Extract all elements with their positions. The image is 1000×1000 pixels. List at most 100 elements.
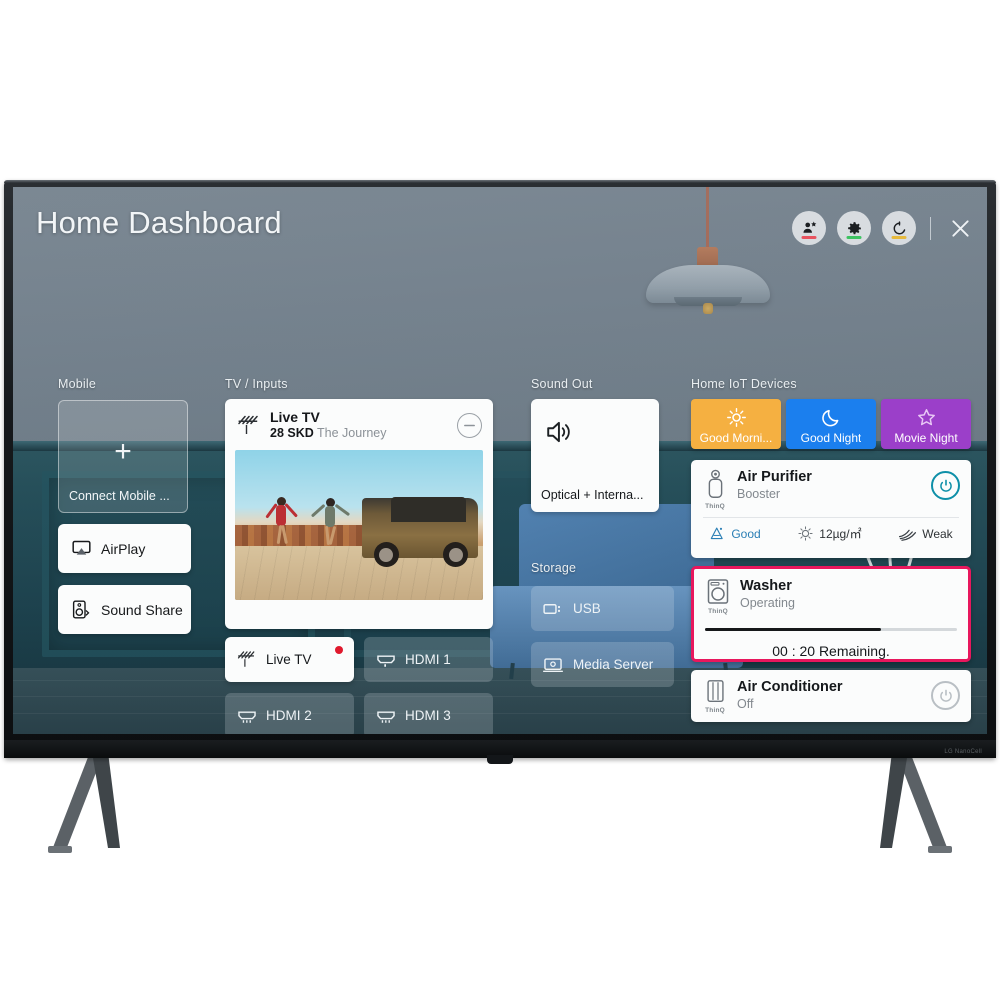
sound-share-label: Sound Share	[101, 601, 183, 618]
source-tile-live-tv[interactable]: Live TV	[225, 637, 354, 682]
air-purifier-header: ThinQ Air Purifier Booster	[691, 460, 971, 510]
remove-live-tv-button[interactable]	[457, 413, 482, 438]
refresh-button[interactable]	[882, 211, 916, 245]
gear-icon	[847, 221, 861, 234]
air-purifier-power-button[interactable]	[931, 471, 960, 500]
air-purifier-stats: Good 12µg/㎡ Weak	[691, 518, 971, 542]
connect-mobile-label: Connect Mobile ...	[69, 489, 170, 503]
media-server-icon	[543, 657, 563, 672]
home-dashboard: Home Dashboard Mobile TV / Inputs Sound …	[13, 187, 987, 734]
scene-button-good-morning[interactable]: Good Morni...	[691, 399, 781, 449]
washer-icon-wrap: ThinQ	[705, 578, 731, 615]
section-label-sound-out: Sound Out	[531, 377, 593, 391]
tv-ir-receiver	[487, 755, 513, 764]
washer-progress-fill	[705, 628, 882, 631]
sun-icon	[726, 407, 747, 428]
washer-text: Washer Operating	[740, 578, 795, 611]
plus-icon: +	[114, 435, 132, 468]
tv-product: Home Dashboard Mobile TV / Inputs Sound …	[0, 0, 1000, 1000]
antenna-icon	[238, 415, 258, 434]
air-conditioner-text: Air Conditioner Off	[737, 679, 843, 712]
page-title: Home Dashboard	[36, 205, 282, 240]
washer-icon	[707, 579, 729, 604]
storage-label-media-server: Media Server	[573, 657, 654, 672]
tv-bezel: Home Dashboard Mobile TV / Inputs Sound …	[4, 180, 996, 764]
scene-button-good-night[interactable]: Good Night	[786, 399, 876, 449]
settings-button[interactable]	[837, 211, 871, 245]
sound-out-tile[interactable]: Optical + Interna...	[531, 399, 659, 512]
live-tv-title: Live TV	[270, 409, 320, 425]
live-tv-preview-header: Live TV 28 SKD The Journey	[225, 399, 493, 448]
star-icon	[916, 407, 937, 428]
air-conditioner-power-button[interactable]	[931, 681, 960, 710]
refresh-icon	[893, 220, 905, 234]
live-tv-channel: 28 SKD	[270, 425, 314, 440]
air-conditioner-state: Off	[737, 696, 754, 711]
user-profile-accent-bar	[801, 235, 817, 239]
washer-name: Washer	[740, 578, 792, 594]
storage-tile-media-server[interactable]: Media Server	[531, 642, 674, 687]
stat-dust-value: 12µg/㎡	[819, 527, 862, 541]
connect-mobile-tile[interactable]: + Connect Mobile ...	[58, 400, 188, 513]
tv-leg-left	[48, 752, 120, 853]
air-purifier-icon	[708, 469, 722, 498]
storage-tile-usb[interactable]: USB	[531, 586, 674, 631]
minus-circle-icon	[464, 424, 475, 427]
tv-leg-right	[880, 752, 952, 853]
stat-air-quality: Good	[709, 525, 761, 542]
live-tv-program: The Journey	[317, 425, 387, 440]
airplay-button[interactable]: AirPlay	[58, 524, 191, 573]
airplay-label: AirPlay	[101, 540, 146, 557]
close-icon	[951, 219, 969, 237]
washer-remaining-label: 00 : 20 Remaining.	[772, 643, 890, 659]
power-icon	[939, 479, 952, 492]
section-label-tv-inputs: TV / Inputs	[225, 377, 288, 391]
source-active-badge	[335, 646, 343, 654]
thinq-label: ThinQ	[705, 707, 725, 714]
stat-fan: Weak	[898, 525, 953, 542]
tv-screen: Home Dashboard Mobile TV / Inputs Sound …	[13, 187, 987, 734]
thinq-label: ThinQ	[705, 503, 725, 510]
scene-button-movie-night[interactable]: Movie Night	[881, 399, 971, 449]
live-tv-thumbnail	[235, 450, 483, 601]
air-purifier-name: Air Purifier	[737, 469, 812, 485]
washer-state: Operating	[740, 595, 795, 610]
section-label-home-iot: Home IoT Devices	[691, 377, 797, 391]
thinq-label: ThinQ	[708, 608, 728, 615]
source-label-hdmi-2: HDMI 2	[266, 708, 312, 723]
scene-label-good-morning: Good Morni...	[699, 431, 773, 445]
stat-fan-value: Weak	[922, 526, 953, 541]
live-tv-subtitle: 28 SKD The Journey	[270, 426, 387, 441]
air-purifier-text: Air Purifier Booster	[737, 469, 812, 502]
user-profile-button[interactable]	[792, 211, 826, 245]
iot-device-card-air-conditioner[interactable]: ThinQ Air Conditioner Off	[691, 670, 971, 722]
air-conditioner-icon	[706, 680, 724, 702]
source-tile-hdmi-2[interactable]: HDMI 2	[225, 693, 354, 734]
live-tv-preview-card[interactable]: Live TV 28 SKD The Journey	[225, 399, 493, 629]
hdmi-icon	[377, 654, 395, 667]
refresh-accent-bar	[891, 235, 907, 239]
washer-progress-bar	[705, 628, 957, 631]
iot-scene-row: Good Morni... Good Night Movie Night	[691, 399, 971, 449]
iot-device-card-washer[interactable]: ThinQ Washer Operating 00 : 20 Remaining…	[691, 566, 971, 662]
scene-label-movie-night: Movie Night	[894, 431, 958, 445]
source-tile-hdmi-3[interactable]: HDMI 3	[364, 693, 493, 734]
air-conditioner-name: Air Conditioner	[737, 679, 843, 695]
hdmi-icon	[377, 710, 395, 723]
sound-out-label: Optical + Interna...	[541, 488, 644, 502]
topbar-divider	[930, 216, 931, 240]
fan-icon	[899, 529, 917, 541]
washer-header: ThinQ Washer Operating	[694, 569, 968, 615]
scene-label-good-night: Good Night	[800, 431, 862, 445]
airplay-icon	[72, 540, 91, 555]
air-purifier-state: Booster	[737, 486, 781, 501]
close-button[interactable]	[945, 213, 975, 243]
sound-share-icon	[72, 600, 90, 619]
stat-air-quality-value: Good	[731, 526, 761, 541]
source-tile-hdmi-1[interactable]: HDMI 1	[364, 637, 493, 682]
iot-device-card-air-purifier[interactable]: ThinQ Air Purifier Booster Good 12µg/㎡ W…	[691, 460, 971, 558]
section-label-storage: Storage	[531, 561, 577, 575]
sound-share-button[interactable]: Sound Share	[58, 585, 191, 634]
source-label-hdmi-3: HDMI 3	[405, 708, 451, 723]
air-purifier-icon-wrap: ThinQ	[702, 469, 728, 510]
